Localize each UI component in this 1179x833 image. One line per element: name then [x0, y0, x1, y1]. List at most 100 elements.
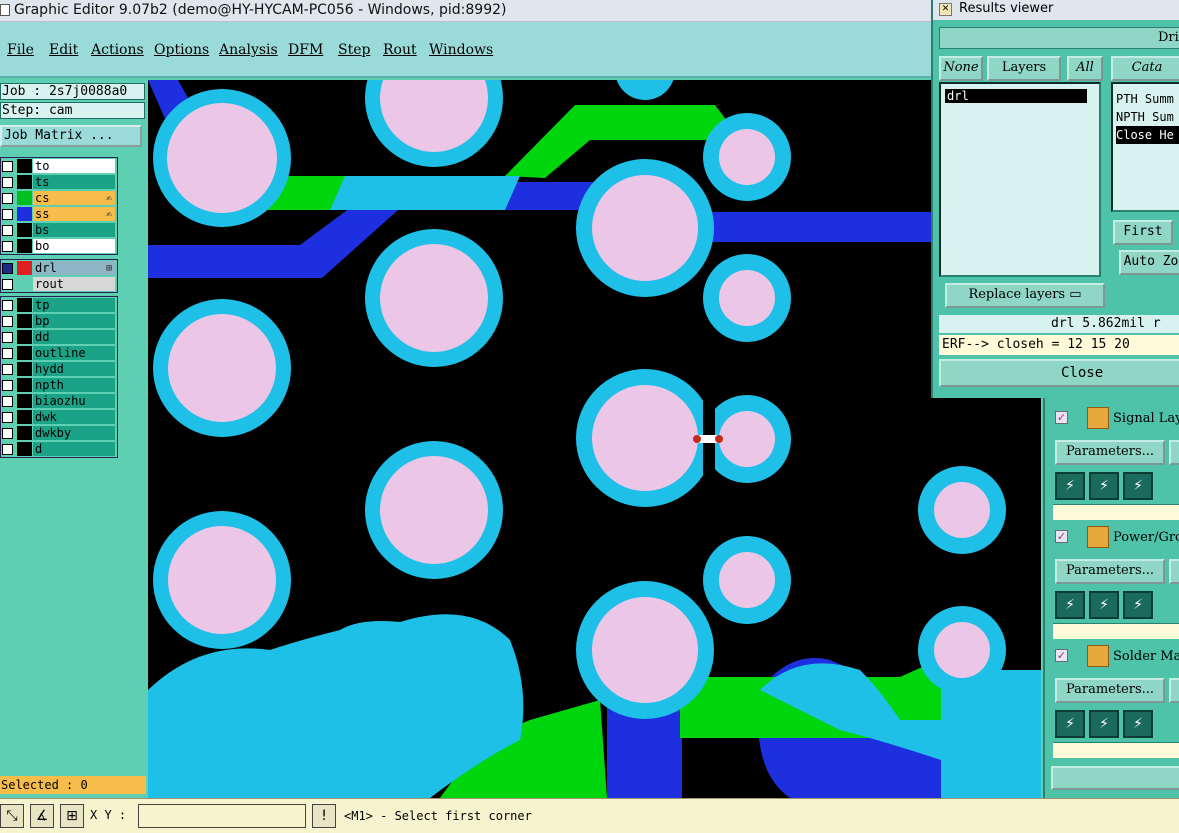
- list-item[interactable]: NPTH Sum: [1116, 108, 1179, 126]
- run-icon[interactable]: ⚡: [1123, 710, 1153, 738]
- layer-row-to[interactable]: to: [1, 158, 117, 174]
- layer-checkbox[interactable]: [2, 348, 13, 359]
- layer-checkbox[interactable]: [2, 209, 13, 220]
- job-matrix-button[interactable]: Job Matrix ...: [0, 125, 142, 147]
- layer-color-swatch[interactable]: [17, 362, 32, 376]
- layer-checkbox[interactable]: [2, 300, 13, 311]
- layer-name[interactable]: drl ⊞: [33, 261, 115, 275]
- layer-color-swatch[interactable]: [17, 426, 32, 440]
- run-icon[interactable]: ⚡: [1123, 591, 1153, 619]
- layer-name[interactable]: tp: [33, 298, 115, 312]
- layer-row-hydd[interactable]: hydd: [1, 361, 117, 377]
- run-icon[interactable]: ⚡: [1055, 591, 1085, 619]
- menu-step[interactable]: Step: [338, 42, 370, 58]
- layer-row-biaozhu[interactable]: biaozhu: [1, 393, 117, 409]
- run-icon[interactable]: ⚡: [1089, 591, 1119, 619]
- menu-options[interactable]: Options: [154, 42, 209, 58]
- layer-color-swatch[interactable]: [17, 239, 32, 253]
- layer-row-cs[interactable]: cs ✍: [1, 190, 117, 206]
- close-button[interactable]: Close: [939, 359, 1179, 387]
- xy-input[interactable]: [138, 804, 306, 828]
- layer-row-dd[interactable]: dd: [1, 329, 117, 345]
- close-icon[interactable]: ✕: [939, 3, 952, 16]
- pcb-view[interactable]: [148, 80, 1041, 798]
- layer-name[interactable]: to: [33, 159, 115, 173]
- parameters-extra-button[interactable]: [1169, 559, 1179, 584]
- layer-results-list[interactable]: drl: [939, 82, 1101, 277]
- graphic-canvas[interactable]: [148, 80, 1041, 798]
- layer-row-d[interactable]: d: [1, 441, 117, 457]
- layer-row-dwkby[interactable]: dwkby: [1, 425, 117, 441]
- layers-button[interactable]: Layers: [987, 56, 1061, 81]
- layer-checkbox[interactable]: [2, 177, 13, 188]
- grid-icon[interactable]: ⊞: [60, 804, 84, 828]
- layer-name[interactable]: bs: [33, 223, 115, 237]
- layer-row-dwk[interactable]: dwk: [1, 409, 117, 425]
- layer-name[interactable]: rout: [33, 277, 115, 291]
- run-icon[interactable]: ⚡: [1123, 472, 1153, 500]
- layer-color-swatch[interactable]: [17, 175, 32, 189]
- layer-row-drl[interactable]: drl ⊞: [1, 260, 117, 276]
- layer-row-outline[interactable]: outline: [1, 345, 117, 361]
- layer-row-bo[interactable]: bo: [1, 238, 117, 254]
- run-icon[interactable]: ⚡: [1055, 710, 1085, 738]
- parameters-button[interactable]: Parameters...: [1055, 559, 1165, 584]
- layer-color-swatch[interactable]: [17, 159, 32, 173]
- menu-dfm[interactable]: DFM: [288, 42, 323, 58]
- layer-checkbox[interactable]: [2, 241, 13, 252]
- parameters-button[interactable]: Parameters...: [1055, 678, 1165, 703]
- run-icon[interactable]: ⚡: [1089, 472, 1119, 500]
- layer-row-ts[interactable]: ts: [1, 174, 117, 190]
- layer-color-swatch[interactable]: [17, 330, 32, 344]
- section-checkbox[interactable]: ✓: [1055, 649, 1068, 662]
- menu-analysis[interactable]: Analysis: [219, 42, 278, 58]
- layer-name[interactable]: hydd: [33, 362, 115, 376]
- replace-layers-button[interactable]: Replace layers ▭: [945, 283, 1105, 308]
- parameters-button[interactable]: Parameters...: [1055, 440, 1165, 465]
- layer-color-swatch[interactable]: [17, 346, 32, 360]
- list-item[interactable]: PTH Summ: [1116, 90, 1179, 108]
- layer-color-swatch[interactable]: [17, 207, 32, 221]
- zoom-area-icon[interactable]: ⤡: [0, 804, 24, 828]
- layer-row-bp[interactable]: bp: [1, 313, 117, 329]
- menu-windows[interactable]: Windows: [429, 42, 493, 58]
- first-button[interactable]: First: [1113, 220, 1173, 245]
- menu-rout[interactable]: Rout: [383, 42, 417, 58]
- layer-name[interactable]: dwkby: [33, 426, 115, 440]
- run-icon[interactable]: ⚡: [1089, 710, 1119, 738]
- layer-color-swatch[interactable]: [17, 442, 32, 456]
- layer-checkbox[interactable]: [2, 316, 13, 327]
- layer-color-swatch[interactable]: [17, 378, 32, 392]
- menu-actions[interactable]: Actions: [91, 42, 144, 58]
- layer-color-swatch[interactable]: [17, 410, 32, 424]
- layer-name[interactable]: outline: [33, 346, 115, 360]
- layer-row-rout[interactable]: rout: [1, 276, 117, 292]
- layer-color-swatch[interactable]: [17, 223, 32, 237]
- layer-name[interactable]: dd: [33, 330, 115, 344]
- layer-checkbox[interactable]: [2, 412, 13, 423]
- layer-checkbox[interactable]: [2, 428, 13, 439]
- none-button[interactable]: None: [939, 56, 983, 81]
- layer-name[interactable]: d: [33, 442, 115, 456]
- layer-name[interactable]: npth: [33, 378, 115, 392]
- layer-checkbox[interactable]: [2, 193, 13, 204]
- layer-checkbox[interactable]: [2, 332, 13, 343]
- layer-color-swatch[interactable]: [17, 314, 32, 328]
- layer-checkbox[interactable]: [2, 444, 13, 455]
- run-icon[interactable]: ⚡: [1055, 472, 1085, 500]
- layer-checkbox[interactable]: [2, 364, 13, 375]
- category-list[interactable]: PTH Summ NPTH Sum Close He: [1111, 82, 1179, 212]
- parameters-extra-button[interactable]: [1169, 678, 1179, 703]
- all-button[interactable]: All: [1067, 56, 1103, 81]
- layer-checkbox[interactable]: [2, 279, 13, 290]
- layer-row-bs[interactable]: bs: [1, 222, 117, 238]
- layer-checkbox[interactable]: [2, 161, 13, 172]
- layer-checkbox[interactable]: [2, 380, 13, 391]
- run-all-button[interactable]: [1051, 766, 1179, 790]
- parameters-extra-button[interactable]: [1169, 440, 1179, 465]
- category-button[interactable]: Cata: [1111, 56, 1179, 81]
- menu-edit[interactable]: Edit: [49, 42, 78, 58]
- measure-icon[interactable]: ∡: [30, 804, 54, 828]
- layer-name[interactable]: ss ✍: [33, 207, 115, 221]
- layer-name[interactable]: biaozhu: [33, 394, 115, 408]
